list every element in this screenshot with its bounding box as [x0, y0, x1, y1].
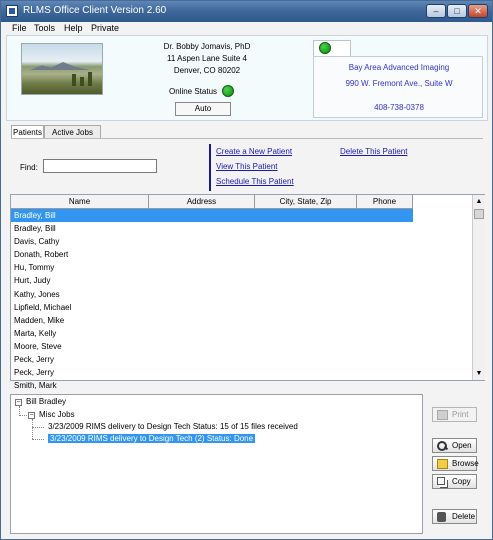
app-window: RLMS Office Client Version 2.60 – □ ✕ Fi… [0, 0, 493, 540]
collapse-icon[interactable]: − [15, 399, 22, 406]
minimize-button[interactable]: – [426, 4, 446, 18]
magnifier-icon [437, 441, 448, 451]
patient-row[interactable]: Lipfield, Michael [11, 301, 413, 314]
grid-header: Name Address City, State, Zip Phone [11, 195, 413, 209]
scroll-down-icon[interactable]: ▼ [473, 367, 485, 380]
doctor-name: Dr. Bobby Jomavis, PhD [163, 42, 251, 51]
jobs-tree: − Bill Bradley − Misc Jobs 3/23/2009 RIM… [10, 394, 423, 534]
printer-icon [437, 410, 448, 420]
patient-row[interactable]: Donath, Robert [11, 248, 413, 261]
menu-file[interactable]: File [12, 23, 27, 33]
open-button[interactable]: Open [432, 438, 477, 453]
column-phone[interactable]: Phone [357, 195, 413, 209]
copy-button[interactable]: Copy [432, 474, 477, 489]
patient-rows: Bradley, Bill Bradley, Bill Davis, Cathy Do… [11, 209, 413, 392]
find-label: Find: [20, 163, 38, 172]
scroll-up-icon[interactable]: ▲ [473, 195, 485, 208]
vendor-name: Bay Area Advanced Imaging [348, 63, 450, 72]
actions-divider [209, 144, 211, 191]
trash-icon [437, 512, 446, 522]
tab-patients[interactable]: Patients [11, 125, 44, 139]
doctor-address: 11 Aspen Lane Suite 4 [167, 54, 247, 63]
scroll-thumb[interactable] [474, 209, 484, 219]
online-status-label: Online Status [169, 87, 218, 96]
menu-help[interactable]: Help [64, 23, 83, 33]
column-name[interactable]: Name [11, 195, 149, 209]
column-address[interactable]: Address [149, 195, 255, 209]
copy-label: Copy [452, 477, 471, 486]
doctor-city: Denver, CO 80202 [173, 66, 241, 75]
delete-button[interactable]: Delete [432, 509, 477, 524]
vendor-address: 990 W. Fremont Ave., Suite W [345, 79, 453, 88]
header-panel: Dr. Bobby Jomavis, PhD 11 Aspen Lane Sui… [6, 35, 488, 121]
column-city-state-zip[interactable]: City, State, Zip [255, 195, 357, 209]
office-photo [21, 43, 103, 95]
open-label: Open [452, 441, 472, 450]
tree-root-patient[interactable]: Bill Bradley [26, 397, 66, 406]
browse-button[interactable]: Browse [432, 456, 479, 471]
maximize-button[interactable]: □ [447, 4, 467, 18]
patient-row[interactable]: Marta, Kelly [11, 327, 413, 340]
schedule-patient-link[interactable]: Schedule This Patient [216, 177, 294, 186]
patient-row[interactable]: Kathy, Jones [11, 288, 413, 301]
print-label: Print [452, 410, 469, 419]
browse-label: Browse [452, 459, 479, 468]
delete-patient-link[interactable]: Delete This Patient [340, 147, 407, 156]
vendor-phone: 408-738-0378 [374, 103, 424, 112]
tab-active-jobs[interactable]: Active Jobs [44, 125, 101, 139]
collapse-icon[interactable]: − [28, 412, 35, 419]
copy-icon [437, 477, 445, 485]
vendor-panel: Bay Area Advanced Imaging 990 W. Fremont… [313, 56, 483, 118]
patient-row[interactable]: Moore, Steve [11, 340, 413, 353]
delete-label: Delete [452, 512, 476, 521]
tab-divider [11, 138, 483, 139]
menu-private[interactable]: Private [91, 23, 119, 33]
menu-bar: File Tools Help Private [2, 22, 492, 35]
tree-job-1[interactable]: 3/23/2009 RIMS delivery to Design Tech S… [48, 422, 298, 431]
patients-grid: Name Address City, State, Zip Phone Brad… [10, 194, 485, 390]
tree-group-misc-jobs[interactable]: Misc Jobs [39, 410, 75, 419]
patient-row[interactable]: Davis, Cathy [11, 235, 413, 248]
patient-row[interactable]: Bradley, Bill [11, 209, 413, 223]
print-button[interactable]: Print [432, 407, 477, 422]
patient-row[interactable]: Peck, Jerry [11, 366, 413, 379]
menu-tools[interactable]: Tools [34, 23, 55, 33]
online-status-indicator [222, 85, 234, 97]
patient-row[interactable]: Hurt, Judy [11, 274, 413, 287]
auto-button[interactable]: Auto [175, 102, 231, 116]
create-patient-link[interactable]: Create a New Patient [216, 147, 292, 156]
tree-job-2[interactable]: 3/23/2009 RIMS delivery to Design Tech (… [48, 434, 256, 443]
patient-row[interactable]: Smith, Mark [11, 379, 413, 392]
view-patient-link[interactable]: View This Patient [216, 162, 278, 171]
title-bar[interactable]: RLMS Office Client Version 2.60 – □ ✕ [1, 1, 492, 22]
patient-row[interactable]: Peck, Jerry [11, 353, 413, 366]
find-input[interactable] [43, 159, 157, 173]
vendor-status-indicator [319, 42, 331, 54]
patient-row[interactable]: Bradley, Bill [11, 222, 413, 235]
grid-scrollbar[interactable]: ▲ ▼ [472, 195, 485, 380]
close-button[interactable]: ✕ [468, 4, 488, 18]
patient-row[interactable]: Madden, Mike [11, 314, 413, 327]
folder-icon [437, 459, 448, 469]
app-icon [6, 5, 18, 17]
patient-row[interactable]: Hu, Tommy [11, 261, 413, 274]
window-title: RLMS Office Client Version 2.60 [23, 5, 167, 16]
